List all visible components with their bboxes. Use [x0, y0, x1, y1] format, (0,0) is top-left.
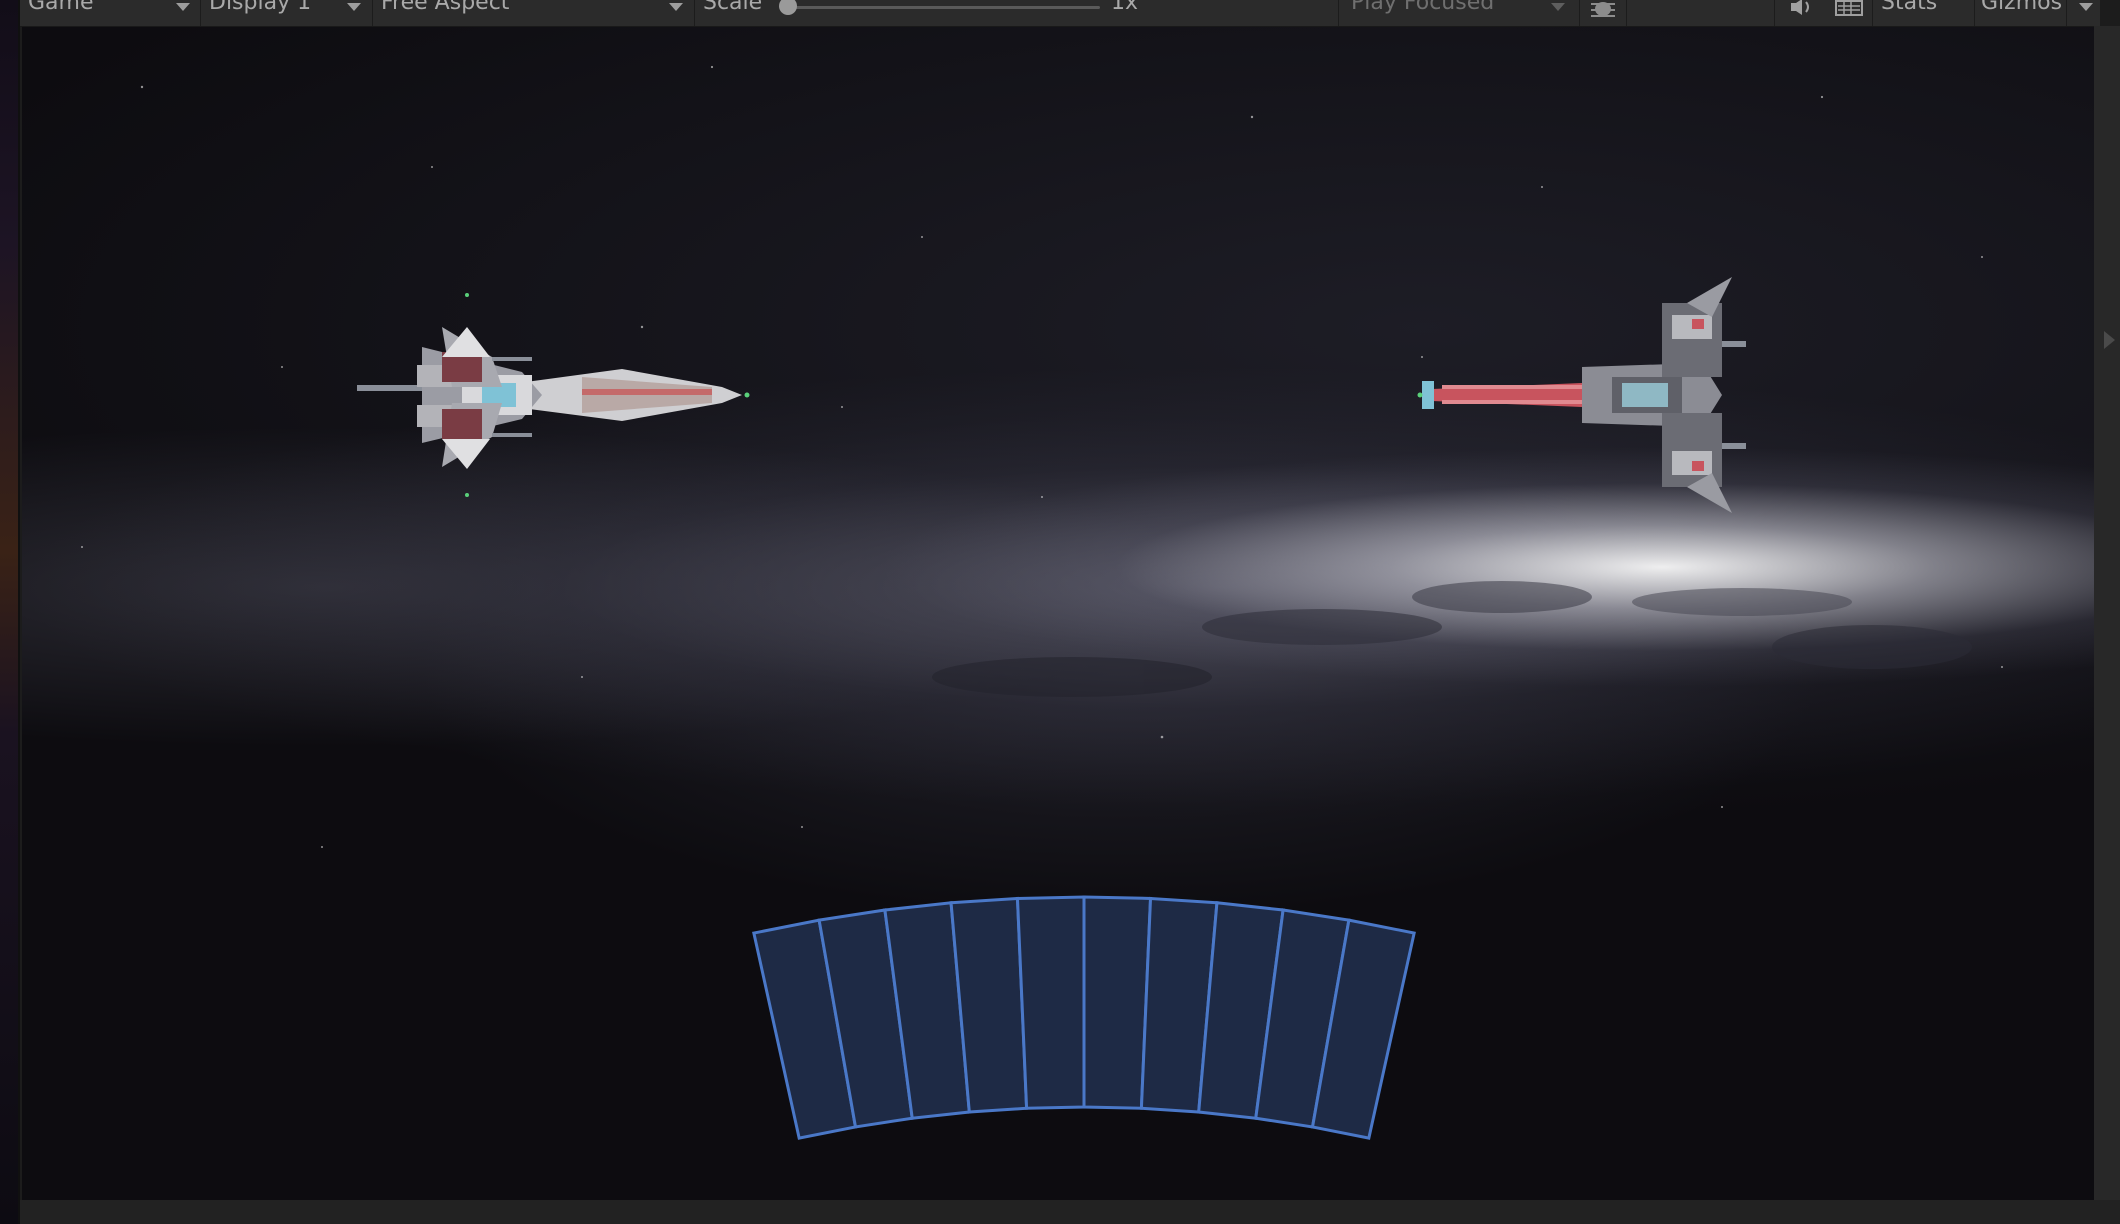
gizmos-button[interactable]: Gizmos [1975, 0, 2075, 26]
scale-slider-handle[interactable] [779, 0, 797, 15]
card-hand [752, 895, 1416, 1140]
bottom-status-bar [20, 1200, 2120, 1224]
frame-debugger-button[interactable] [1580, 0, 1626, 26]
chevron-right-icon[interactable] [2104, 331, 2115, 349]
stats-button[interactable]: Stats [1873, 0, 1979, 26]
aspect-label: Free Aspect [381, 0, 510, 15]
display-label: Display 1 [209, 0, 312, 15]
shortcut-button[interactable] [1826, 0, 1872, 26]
scene-canvas [81, 65, 2003, 1140]
chevron-down-icon [176, 3, 190, 11]
enemy-ship[interactable] [1417, 277, 1747, 513]
chevron-down-icon [669, 3, 683, 11]
right-panel-edge [2094, 26, 2120, 1200]
mute-audio-button[interactable] [1775, 0, 1825, 26]
chevron-down-icon [347, 3, 361, 11]
left-editor-edge [0, 0, 20, 1224]
scale-label-wrap: Scale [695, 0, 785, 26]
display-dropdown[interactable]: Display 1 [201, 0, 371, 26]
card-5[interactable] [1015, 895, 1086, 1110]
player-ship[interactable] [357, 293, 750, 497]
stats-label: Stats [1881, 0, 1938, 15]
play-mode-dropdown[interactable]: Play Focused [1339, 0, 1579, 26]
gizmos-label: Gizmos [1981, 0, 2063, 15]
game-viewport[interactable] [22, 27, 2094, 1200]
cloud-shadows [932, 581, 1972, 697]
scale-label: Scale [703, 0, 763, 15]
gizmos-dropdown[interactable] [2067, 0, 2100, 26]
play-mode-label: Play Focused [1351, 0, 1495, 15]
view-tab-dropdown[interactable]: Game [20, 0, 200, 26]
chevron-down-icon[interactable] [1551, 3, 1565, 11]
view-tab-label: Game [28, 0, 94, 15]
card-6[interactable] [1082, 895, 1153, 1110]
scale-value: 1x [1111, 0, 1139, 15]
game-view-toolbar: Game Display 1 Free Aspect Scale 1x Play… [20, 0, 2100, 27]
aspect-dropdown[interactable]: Free Aspect [373, 0, 693, 26]
audio-icon [1791, 0, 1809, 15]
bug-icon [1591, 2, 1615, 17]
scale-slider[interactable] [779, 0, 1100, 15]
scale-value-wrap: 1x [1103, 0, 1163, 26]
chevron-down-icon [2079, 3, 2093, 11]
keyboard-icon [1835, 0, 1863, 16]
